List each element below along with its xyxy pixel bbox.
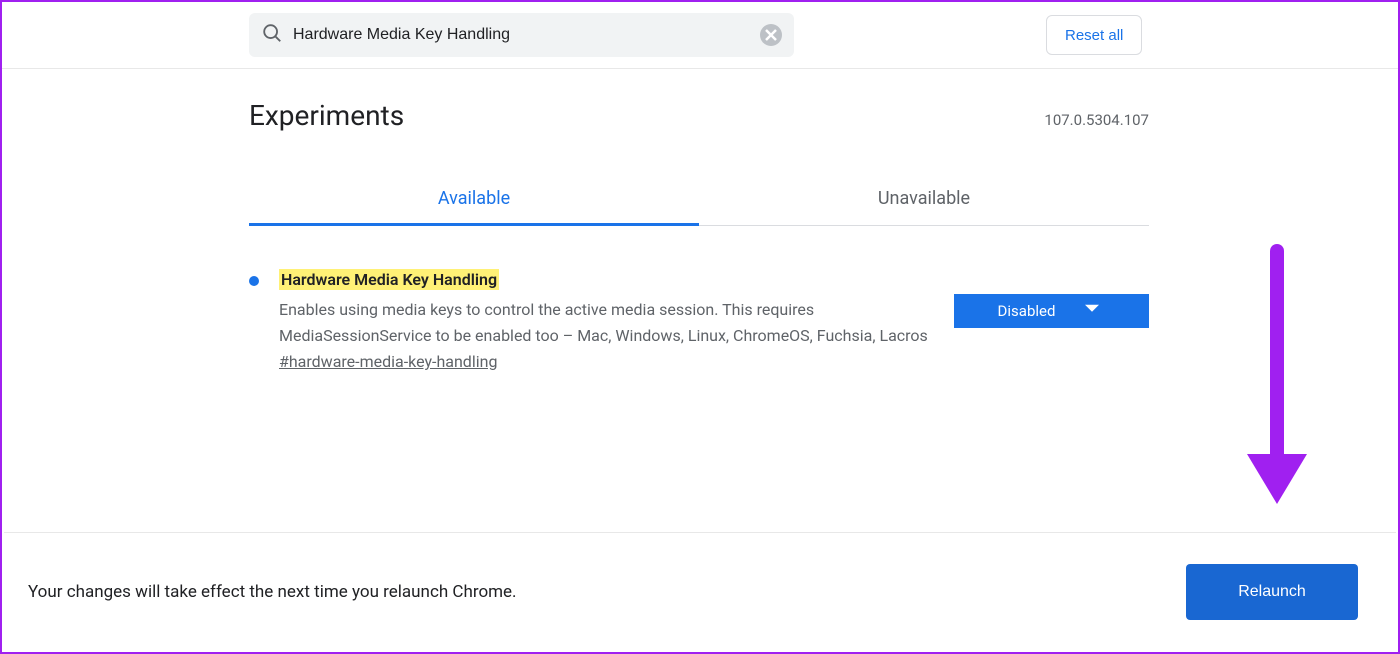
flag-title: Hardware Media Key Handling — [279, 269, 499, 290]
flag-row: Hardware Media Key Handling Enables usin… — [249, 270, 1149, 371]
version-label: 107.0.5304.107 — [1044, 111, 1149, 129]
flag-hash-link[interactable]: #hardware-media-key-handling — [279, 352, 497, 371]
flag-description: Enables using media keys to control the … — [279, 297, 934, 348]
chevron-down-icon — [1085, 302, 1099, 320]
restart-footer: Your changes will take effect the next t… — [4, 532, 1396, 650]
tab-available[interactable]: Available — [249, 174, 699, 226]
flag-state-value: Disabled — [998, 302, 1056, 320]
tabs: Available Unavailable — [249, 174, 1149, 226]
search-box[interactable] — [249, 13, 794, 57]
page-title: Experiments — [249, 99, 404, 132]
tab-unavailable[interactable]: Unavailable — [699, 174, 1149, 225]
search-input[interactable] — [293, 26, 750, 44]
flag-state-select[interactable]: Disabled — [954, 294, 1149, 328]
top-bar: Reset all — [2, 2, 1398, 69]
modified-dot-icon — [249, 276, 259, 286]
relaunch-button[interactable]: Relaunch — [1186, 564, 1358, 620]
annotation-arrow-icon — [1247, 244, 1307, 514]
restart-message: Your changes will take effect the next t… — [28, 582, 517, 602]
reset-all-button[interactable]: Reset all — [1046, 15, 1142, 55]
clear-search-icon[interactable] — [760, 24, 782, 46]
search-icon — [261, 22, 283, 48]
